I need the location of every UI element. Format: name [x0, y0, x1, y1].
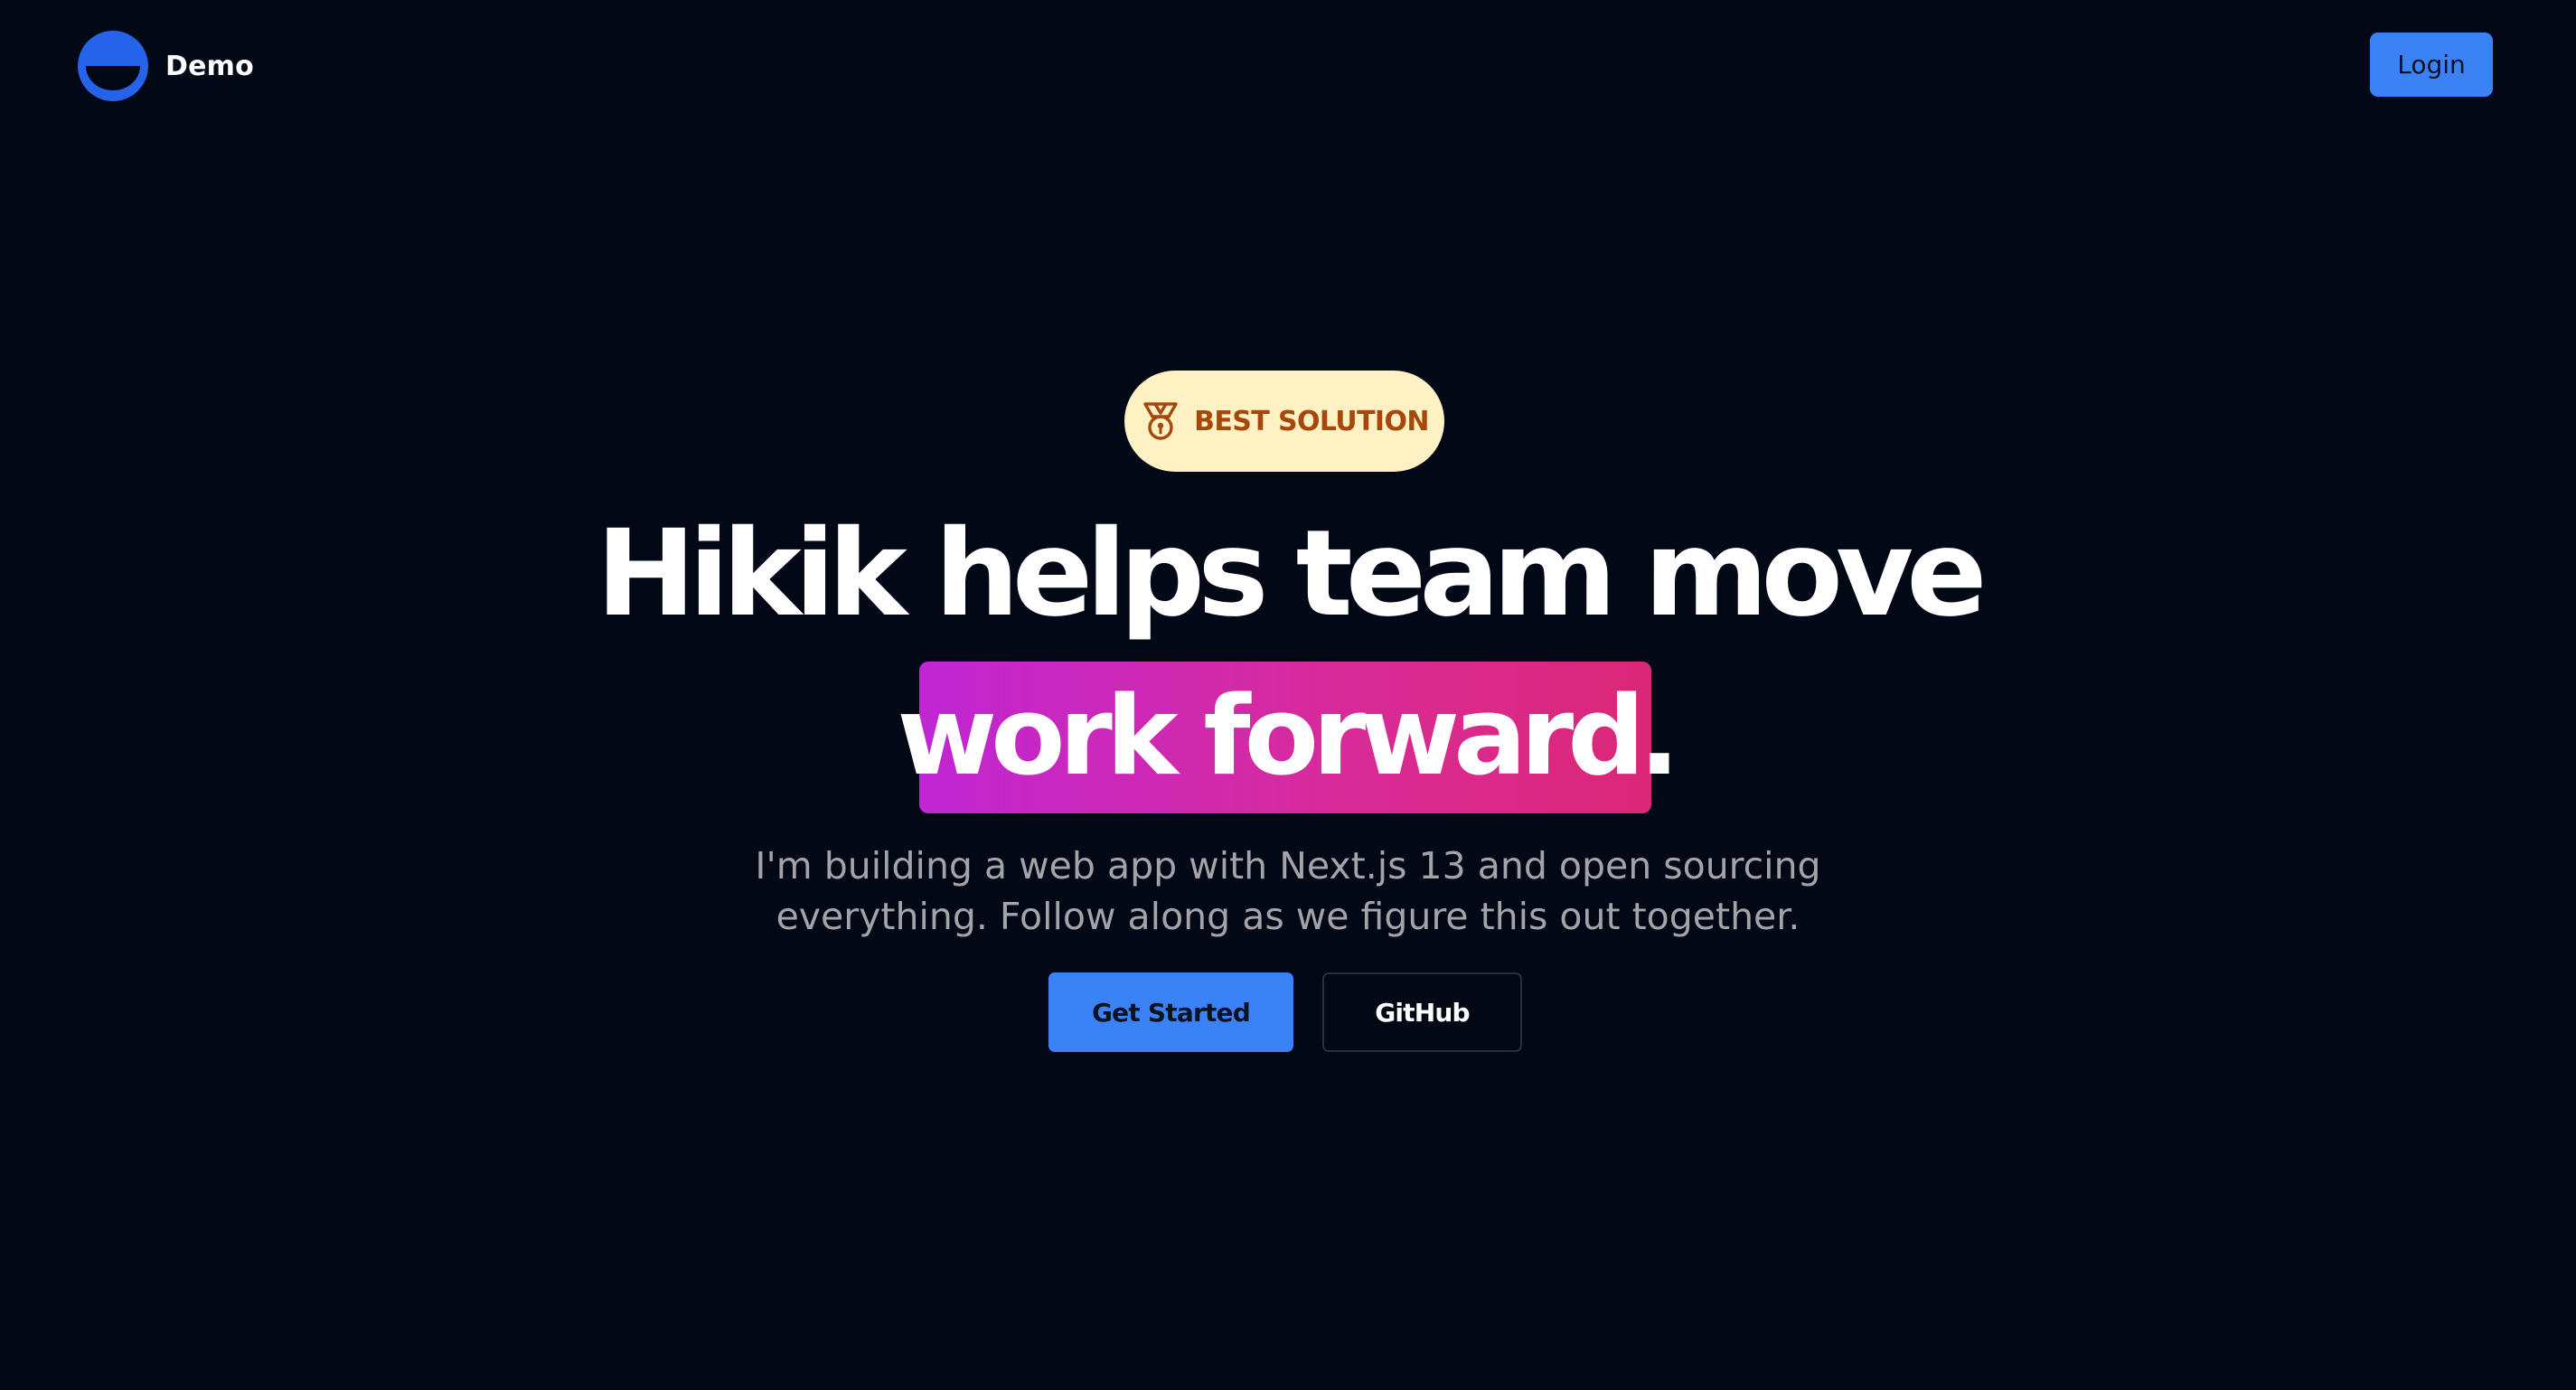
hero-subtitle-line-1: I'm building a web app with Next.js 13 a… — [755, 844, 1821, 888]
hero-subtitle-line-2: everything. Follow along as we figure th… — [776, 895, 1800, 938]
medal-icon — [1143, 402, 1178, 440]
brand-home-link[interactable]: Demo — [76, 29, 254, 103]
half-circle-logo-icon — [78, 31, 148, 101]
badge-label: BEST SOLUTION — [1194, 405, 1429, 437]
brand-name: Demo — [165, 50, 254, 82]
hero-subtitle: I'm building a web app with Next.js 13 a… — [0, 841, 2576, 942]
get-started-button[interactable]: Get Started — [1048, 972, 1293, 1052]
hero-title-highlighted-text: work forward. — [897, 674, 1679, 800]
hero-title: Hikik helps team move — [596, 504, 1987, 643]
login-button[interactable]: Login — [2370, 33, 2493, 97]
github-button[interactable]: GitHub — [1322, 972, 1522, 1052]
hero-title-highlight: work forward. — [897, 662, 1680, 813]
best-solution-badge: BEST SOLUTION — [1124, 371, 1444, 472]
top-navigation-bar: Demo Login — [0, 0, 2576, 131]
